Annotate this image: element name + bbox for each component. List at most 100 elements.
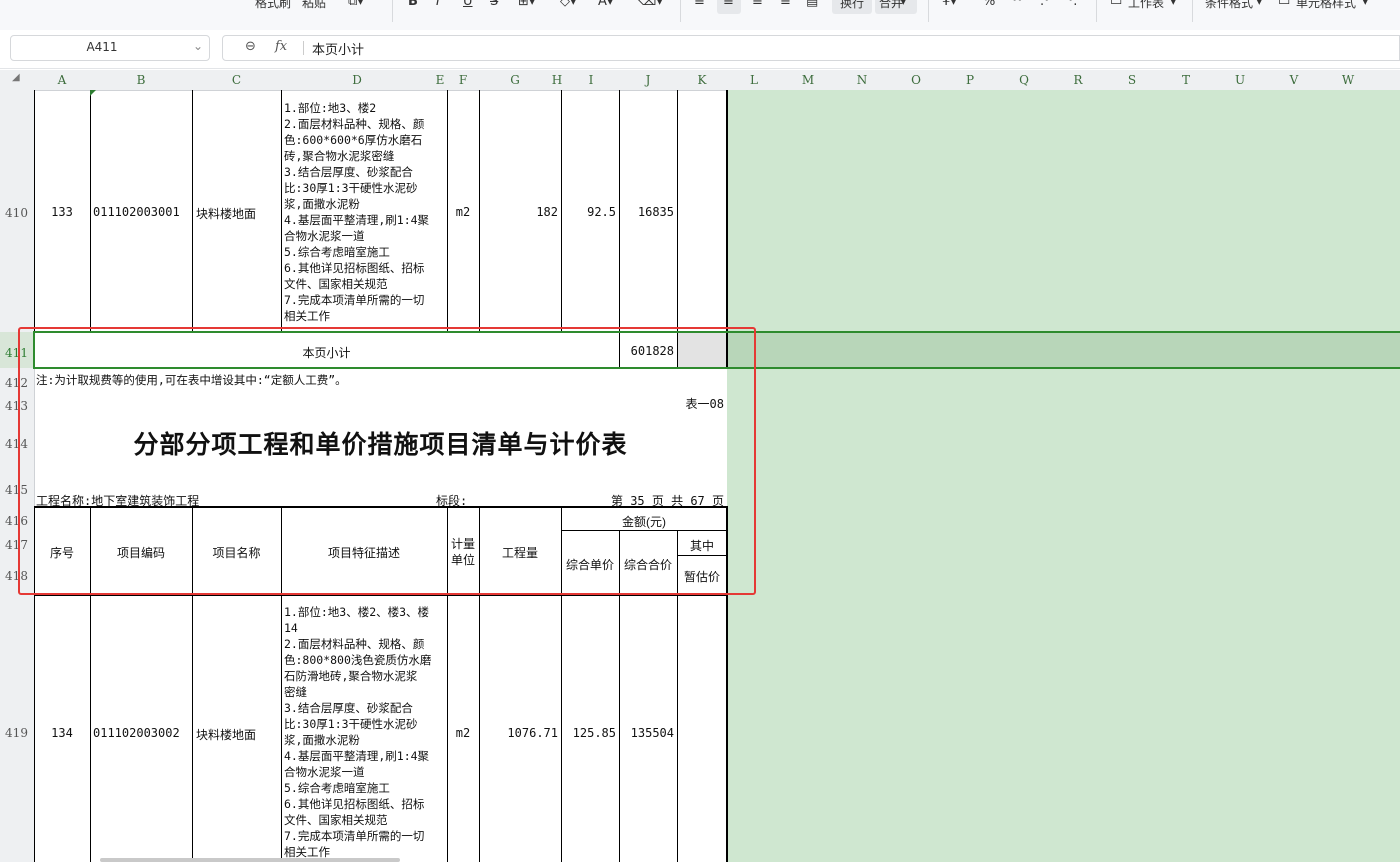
seq-cell[interactable]: 133 bbox=[34, 205, 90, 219]
unit-cell[interactable]: m2 bbox=[447, 726, 479, 740]
unit-cell[interactable]: m2 bbox=[447, 205, 479, 219]
thousands-icon[interactable]: ⁰⁰ bbox=[1012, 0, 1022, 9]
conditional-format-button[interactable]: 条件格式 bbox=[1205, 0, 1253, 11]
cell-style-icon[interactable]: ▭ bbox=[1278, 0, 1290, 9]
formula-content: 本页小计 bbox=[312, 43, 365, 58]
column-header[interactable]: V bbox=[1267, 70, 1321, 90]
code-cell[interactable]: 011102003001 bbox=[93, 205, 180, 219]
font-color-icon[interactable]: A▾ bbox=[598, 0, 613, 9]
align-center-icon[interactable]: ≡ bbox=[723, 0, 734, 9]
column-header[interactable]: H bbox=[551, 70, 563, 90]
column-header[interactable]: O bbox=[889, 70, 943, 90]
chevron-down-icon[interactable]: ▾ bbox=[1256, 0, 1263, 9]
column-header[interactable]: B bbox=[90, 70, 192, 90]
price-cell[interactable]: 125.85 bbox=[561, 726, 616, 740]
align-left-icon[interactable]: ≡ bbox=[694, 0, 705, 9]
copy-icon[interactable]: ⧉▾ bbox=[348, 0, 364, 9]
italic-button[interactable]: I bbox=[436, 0, 440, 9]
desc-line: 6.其他详见招标图纸、招标 bbox=[284, 797, 425, 811]
fx-icon[interactable]: fx bbox=[275, 39, 287, 54]
row-header[interactable]: 410 bbox=[0, 206, 33, 220]
currency-icon[interactable]: ¥▾ bbox=[942, 0, 957, 9]
qty-cell[interactable]: 1076.71 bbox=[479, 726, 558, 740]
desc-line: 2.面层材料品种、规格、颜 bbox=[284, 637, 425, 651]
underline-button[interactable]: U bbox=[463, 0, 473, 9]
column-header[interactable]: G bbox=[479, 70, 551, 90]
desc-line: 浆,面撒水泥粉 bbox=[284, 733, 360, 747]
zoom-icon[interactable]: ⊖ bbox=[245, 39, 256, 54]
chevron-down-icon[interactable]: ▾ bbox=[1362, 0, 1369, 9]
ribbon-toolbar: 格式刷 粘贴 ⧉▾ B I U S̶ ⊞▾ ◇▾ A▾ ⌫▾ ≡ ≡ ≡ ≡ ▤… bbox=[0, 0, 1400, 31]
fill-color-icon[interactable]: ◇▾ bbox=[560, 0, 577, 9]
toolbar-divider bbox=[392, 0, 393, 22]
desc-line: 5.综合考虑暗室施工 bbox=[284, 245, 390, 259]
chevron-down-icon[interactable]: ⌄ bbox=[193, 39, 203, 53]
desc-line: 1.部位:地3、楼2、楼3、楼 bbox=[284, 605, 430, 619]
column-header[interactable]: D bbox=[281, 70, 433, 90]
total-cell[interactable]: 16835 bbox=[619, 205, 674, 219]
desc-line: 14 bbox=[284, 621, 298, 635]
name-cell[interactable]: 块料楼地面 bbox=[196, 726, 256, 743]
desc-line: 3.结合层厚度、砂浆配合 bbox=[284, 701, 413, 715]
cell-style-button[interactable]: 单元格样式 bbox=[1296, 0, 1356, 11]
desc-line: 4.基层面平整清理,刷1:4聚 bbox=[284, 213, 430, 227]
worksheet-button[interactable]: 工作表 bbox=[1128, 0, 1164, 11]
horizontal-scrollbar[interactable] bbox=[100, 858, 400, 862]
column-header[interactable]: M bbox=[781, 70, 835, 90]
clear-format-icon[interactable]: ⌫▾ bbox=[638, 0, 663, 9]
desc-line: 6.其他详见招标图纸、招标 bbox=[284, 261, 425, 275]
column-header[interactable]: U bbox=[1213, 70, 1267, 90]
column-header[interactable]: K bbox=[677, 70, 727, 90]
distributed-icon[interactable]: ▤ bbox=[806, 0, 818, 9]
align-right-icon[interactable]: ≡ bbox=[752, 0, 763, 9]
formula-bar: A411 ⌄ ⊖ fx 本页小计 bbox=[0, 30, 1400, 69]
column-header[interactable]: C bbox=[192, 70, 281, 90]
desc-line: 合物水泥浆一道 bbox=[284, 229, 365, 243]
justify-icon[interactable]: ≡ bbox=[780, 0, 791, 9]
column-header[interactable]: L bbox=[727, 70, 781, 90]
qty-cell[interactable]: 182 bbox=[479, 205, 558, 219]
price-cell[interactable]: 92.5 bbox=[561, 205, 616, 219]
percent-button[interactable]: % bbox=[983, 0, 995, 9]
formula-input[interactable]: ⊖ fx 本页小计 bbox=[222, 35, 1400, 61]
name-cell[interactable]: 块料楼地面 bbox=[196, 205, 256, 222]
comment-marker-icon bbox=[90, 90, 96, 96]
column-header[interactable]: I bbox=[563, 70, 619, 90]
wrap-text-button[interactable]: 换行 bbox=[840, 0, 864, 11]
desc-line: 7.完成本项清单所需的一切 bbox=[284, 829, 425, 843]
desc-line: 合物水泥浆一道 bbox=[284, 765, 365, 779]
worksheet-icon[interactable]: ▭ bbox=[1110, 0, 1122, 9]
desc-line: 4.基层面平整清理,刷1:4聚 bbox=[284, 749, 430, 763]
bold-button[interactable]: B bbox=[408, 0, 418, 9]
strikethrough-icon[interactable]: S̶ bbox=[490, 0, 498, 9]
select-all-icon[interactable]: ◢ bbox=[12, 72, 20, 83]
code-cell[interactable]: 011102003002 bbox=[93, 726, 180, 740]
column-header[interactable]: E bbox=[433, 70, 447, 90]
desc-line: 3.结合层厚度、砂浆配合 bbox=[284, 165, 413, 179]
desc-line: 1.部位:地3、楼2 bbox=[284, 101, 377, 115]
desc-line: 比:30厚1:3干硬性水泥砂 bbox=[284, 717, 418, 731]
column-header[interactable]: S bbox=[1105, 70, 1159, 90]
desc-line: 密缝 bbox=[284, 685, 307, 699]
decrease-decimal-icon[interactable]: ⁰. bbox=[1068, 0, 1077, 9]
border-icon[interactable]: ⊞▾ bbox=[518, 0, 535, 9]
column-header[interactable]: A bbox=[34, 70, 90, 90]
column-header[interactable]: F bbox=[447, 70, 479, 90]
column-header[interactable]: W bbox=[1321, 70, 1375, 90]
format-painter-button[interactable]: 格式刷 bbox=[255, 0, 291, 11]
row-header[interactable]: 419 bbox=[0, 726, 33, 740]
increase-decimal-icon[interactable]: .⁰ bbox=[1040, 0, 1049, 9]
paste-button[interactable]: 粘贴 bbox=[302, 0, 326, 11]
column-header[interactable]: Q bbox=[997, 70, 1051, 90]
total-cell[interactable]: 135504 bbox=[619, 726, 674, 740]
column-header[interactable]: P bbox=[943, 70, 997, 90]
name-box[interactable]: A411 ⌄ bbox=[10, 35, 210, 61]
column-header-bar: ◢ A B C D E F G H I J K L M N O P Q R S … bbox=[0, 70, 1400, 91]
column-header[interactable]: T bbox=[1159, 70, 1213, 90]
column-header[interactable]: N bbox=[835, 70, 889, 90]
chevron-down-icon[interactable]: ▾ bbox=[1170, 0, 1177, 9]
column-header[interactable]: J bbox=[619, 70, 677, 90]
column-header[interactable]: R bbox=[1051, 70, 1105, 90]
chevron-down-icon[interactable]: ▾ bbox=[900, 0, 907, 9]
seq-cell[interactable]: 134 bbox=[34, 726, 90, 740]
